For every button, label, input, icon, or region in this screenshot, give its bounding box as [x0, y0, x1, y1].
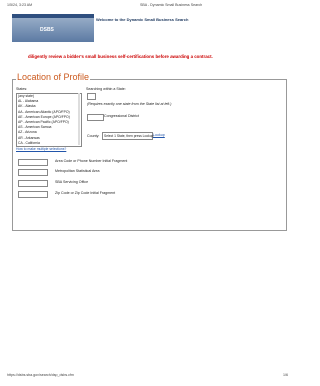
- warning-message: diligently review a bidder's small busin…: [28, 54, 213, 59]
- zip-code-input[interactable]: [18, 191, 48, 198]
- states-scrollbar[interactable]: [78, 93, 80, 145]
- zip-code-label: Zip Code or Zip Code Initial Fragment: [55, 191, 116, 195]
- print-page-title: SBA - Dynamic Small Business Search: [140, 3, 203, 7]
- congressional-district-label: Congressional District: [104, 114, 139, 118]
- multiple-selections-link[interactable]: How to make multiple selections?: [16, 147, 66, 151]
- banner-stripe: [12, 14, 94, 18]
- metro-area-label: Metropolitan Statistical Area: [55, 169, 100, 173]
- metro-area-input[interactable]: [18, 169, 48, 176]
- location-legend: Location of Profile: [16, 71, 91, 83]
- sba-office-input[interactable]: [18, 180, 48, 187]
- welcome-text: Welcome to the Dynamic Small Business Se…: [96, 17, 189, 22]
- dsbs-logo: DSBS: [40, 27, 54, 33]
- area-code-label: Area Code or Phone Number Initial Fragme…: [55, 159, 128, 163]
- states-listbox[interactable]: (any state) AL - Alabama AK - Alaska AA …: [16, 93, 82, 147]
- congressional-district-input[interactable]: [87, 114, 104, 121]
- county-select[interactable]: Select 1 State, then press Lookup: [102, 132, 154, 140]
- state-search-checkbox[interactable]: [87, 93, 96, 100]
- states-label: States:: [16, 87, 28, 91]
- county-label: County:: [87, 134, 100, 138]
- area-code-input[interactable]: [18, 159, 48, 166]
- print-page-number: 1/6: [283, 373, 288, 377]
- requires-state-note: (Requires exactly one state from the Sta…: [87, 102, 172, 106]
- sba-office-label: SBA Servicing Office: [55, 180, 89, 184]
- state-option[interactable]: CA - California: [17, 141, 81, 146]
- lookup-link[interactable]: Lookup: [153, 132, 165, 138]
- print-url: https://dsbs.sba.gov/search/dsp_dsbs.cfm: [7, 373, 74, 377]
- print-datetime: 1/5/24, 3:23 AM: [7, 3, 33, 7]
- searching-label: Searching within a State:: [86, 87, 126, 91]
